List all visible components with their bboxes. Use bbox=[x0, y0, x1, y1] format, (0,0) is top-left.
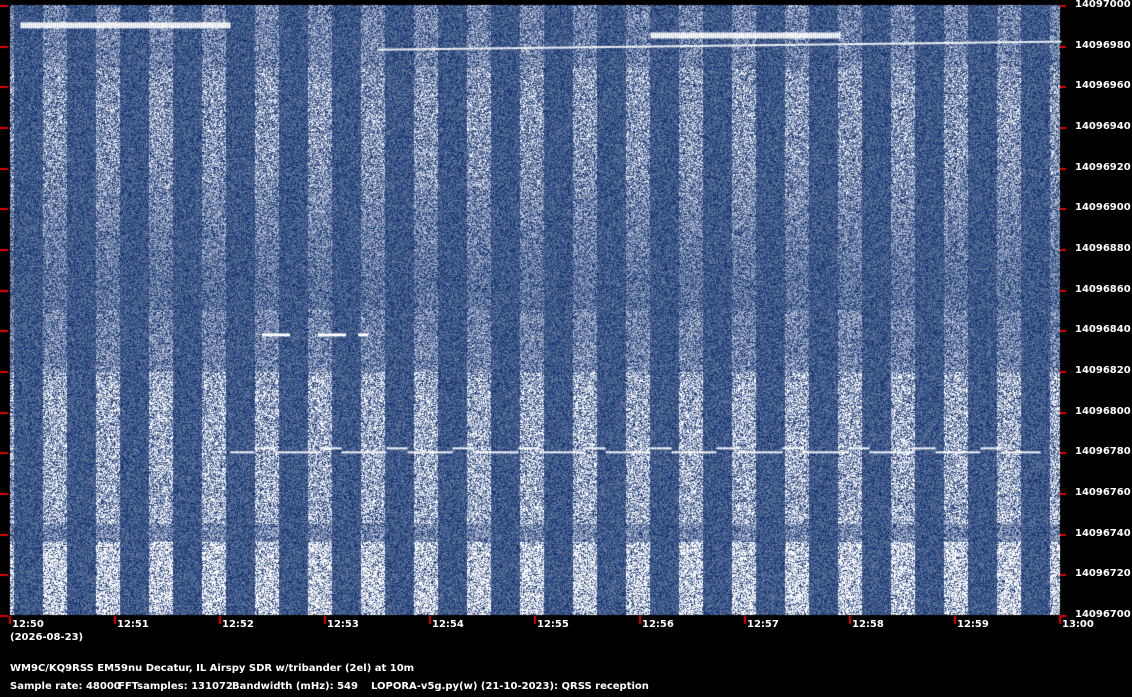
y-tick-label: 14096960 bbox=[1075, 80, 1131, 91]
footer-fft-samples: FFTsamples: 131072 bbox=[118, 681, 233, 692]
x-tick-label: 12:55 bbox=[537, 619, 569, 630]
x-tick-label: 12:51 bbox=[117, 619, 149, 630]
x-axis-date: (2026-08-23) bbox=[10, 632, 84, 643]
x-tick-label: 12:52 bbox=[222, 619, 254, 630]
x-tick-label: 12:54 bbox=[432, 619, 464, 630]
y-tick-label: 14096720 bbox=[1075, 568, 1131, 579]
y-tick-label: 14096920 bbox=[1075, 162, 1131, 173]
x-tick-label: 12:59 bbox=[957, 619, 989, 630]
y-tick-label: 14096800 bbox=[1075, 406, 1131, 417]
y-tick-label: 14096860 bbox=[1075, 284, 1131, 295]
y-tick-label: 14096980 bbox=[1075, 40, 1131, 51]
x-tick-label: 12:53 bbox=[327, 619, 359, 630]
y-tick-label: 14096940 bbox=[1075, 121, 1131, 132]
y-tick-label: 14096840 bbox=[1075, 324, 1131, 335]
y-tick-label: 14097000 bbox=[1075, 0, 1131, 10]
y-tick-label: 14096880 bbox=[1075, 243, 1131, 254]
footer-bandwidth: Bandwidth (mHz): 549 bbox=[232, 681, 358, 692]
x-tick-label: 12:56 bbox=[642, 619, 674, 630]
y-tick-label: 14096760 bbox=[1075, 487, 1131, 498]
y-tick-label: 14096900 bbox=[1075, 202, 1131, 213]
footer-software: LOPORA-v5g.py(w) (21-10-2023): QRSS rece… bbox=[371, 681, 649, 692]
footer-station-info: WM9C/KQ9RSS EM59nu Decatur, IL Airspy SD… bbox=[10, 663, 415, 674]
x-tick-label: 12:50 bbox=[12, 619, 44, 630]
y-tick-label: 14096740 bbox=[1075, 528, 1131, 539]
spectrogram-canvas bbox=[0, 0, 1132, 697]
x-tick-label: 12:57 bbox=[747, 619, 779, 630]
y-tick-label: 14096780 bbox=[1075, 446, 1131, 457]
x-tick-label: 12:58 bbox=[852, 619, 884, 630]
footer-sample-rate: Sample rate: 48000 bbox=[10, 681, 121, 692]
y-tick-label: 14096820 bbox=[1075, 365, 1131, 376]
x-tick-label: 13:00 bbox=[1062, 619, 1094, 630]
